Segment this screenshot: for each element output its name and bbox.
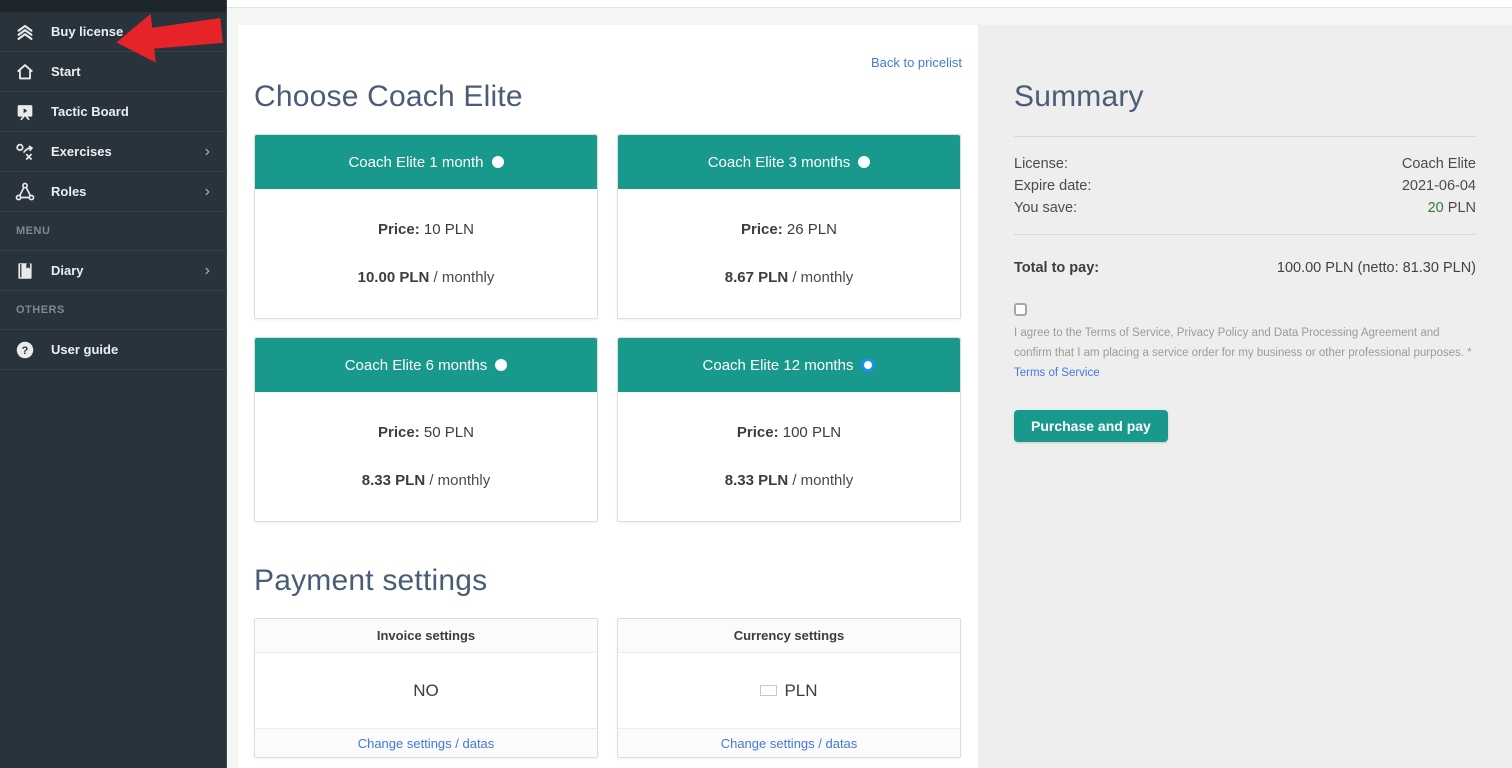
plan-header[interactable]: Coach Elite 6 months — [255, 338, 597, 392]
plan-title: Coach Elite 3 months — [708, 154, 851, 171]
sidebar-section-others: OTHERS — [0, 291, 226, 330]
plan-header[interactable]: Coach Elite 1 month — [255, 135, 597, 189]
divider — [1014, 136, 1476, 137]
sidebar-item-label: Tactic Board — [51, 104, 212, 119]
sidebar-top-strip — [0, 0, 226, 12]
main-content: Back to pricelist Choose Coach Elite Coa… — [238, 25, 978, 768]
network-icon — [14, 181, 36, 203]
plan-radio-selected-icon[interactable] — [861, 358, 875, 372]
plan-body: Price: 100 PLN 8.33 PLN / monthly — [618, 392, 960, 521]
plan-radio-icon[interactable] — [495, 359, 507, 371]
book-icon — [14, 260, 36, 282]
plan-price: Price: 50 PLN — [378, 424, 474, 441]
plan-price: Price: 10 PLN — [378, 221, 474, 238]
home-icon — [14, 61, 36, 83]
invoice-settings-value: NO — [255, 653, 597, 728]
plan-radio-icon[interactable] — [858, 156, 870, 168]
plan-header[interactable]: Coach Elite 3 months — [618, 135, 960, 189]
summary-row-you-save: You save: 20 PLN — [1014, 197, 1476, 219]
sidebar-section-menu: MENU — [0, 212, 226, 251]
page-title: Choose Coach Elite — [254, 80, 962, 114]
invoice-settings-header: Invoice settings — [255, 619, 597, 653]
sidebar-item-label: User guide — [51, 342, 212, 357]
sidebar-item-label: Roles — [51, 184, 190, 199]
currency-settings-header: Currency settings — [618, 619, 960, 653]
sidebar-item-roles[interactable]: Roles › — [0, 172, 226, 212]
section-label: MENU — [16, 225, 50, 237]
currency-settings-card: Currency settings PLN Change settings / … — [617, 618, 961, 758]
chevron-right-icon: › — [205, 263, 212, 279]
sidebar-item-label: Exercises — [51, 144, 190, 159]
purchase-and-pay-button[interactable]: Purchase and pay — [1014, 410, 1168, 442]
triple-chevron-up-icon — [14, 21, 36, 43]
chevron-right-icon: › — [205, 144, 212, 160]
sidebar-item-start[interactable]: Start — [0, 52, 226, 92]
invoice-change-settings-link[interactable]: Change settings / datas — [358, 736, 495, 751]
poland-flag-icon — [760, 685, 777, 696]
payment-settings-title: Payment settings — [254, 564, 962, 598]
plan-monthly: 8.33 PLN / monthly — [725, 472, 853, 489]
summary-panel: Summary License:Coach Elite Expire date:… — [978, 25, 1512, 768]
agreement-text: I agree to the Terms of Service, Privacy… — [1014, 323, 1476, 383]
summary-rows: License:Coach Elite Expire date:2021-06-… — [1014, 153, 1476, 219]
summary-row-expire-date: Expire date:2021-06-04 — [1014, 175, 1476, 197]
strategy-icon — [14, 141, 36, 163]
plan-price: Price: 26 PLN — [741, 221, 837, 238]
currency-settings-value: PLN — [618, 653, 960, 728]
plans-grid: Coach Elite 1 month Price: 10 PLN 10.00 … — [254, 134, 962, 522]
tactic-board-icon — [14, 101, 36, 123]
back-to-pricelist-link[interactable]: Back to pricelist — [871, 55, 962, 70]
plan-body: Price: 10 PLN 10.00 PLN / monthly — [255, 189, 597, 318]
plan-title: Coach Elite 6 months — [345, 357, 488, 374]
section-label: OTHERS — [16, 304, 65, 316]
sidebar-item-tactic-board[interactable]: Tactic Board — [0, 92, 226, 132]
summary-row-license: License:Coach Elite — [1014, 153, 1476, 175]
sidebar-item-label: Start — [51, 64, 212, 79]
payment-settings-grid: Invoice settings NO Change settings / da… — [254, 618, 962, 758]
chevron-right-icon: › — [205, 184, 212, 200]
plan-title: Coach Elite 1 month — [348, 154, 483, 171]
summary-total-row: Total to pay: 100.00 PLN (netto: 81.30 P… — [1014, 260, 1476, 276]
plan-card-1-month[interactable]: Coach Elite 1 month Price: 10 PLN 10.00 … — [254, 134, 598, 319]
sidebar-item-user-guide[interactable]: ? User guide — [0, 330, 226, 370]
sidebar-item-label: Diary — [51, 263, 190, 278]
plan-price: Price: 100 PLN — [737, 424, 841, 441]
plan-body: Price: 26 PLN 8.67 PLN / monthly — [618, 189, 960, 318]
sidebar-item-diary[interactable]: Diary › — [0, 251, 226, 291]
plan-card-12-months[interactable]: Coach Elite 12 months Price: 100 PLN 8.3… — [617, 337, 961, 522]
plan-card-3-months[interactable]: Coach Elite 3 months Price: 26 PLN 8.67 … — [617, 134, 961, 319]
currency-change-settings-link[interactable]: Change settings / datas — [721, 736, 858, 751]
divider — [1014, 234, 1476, 235]
sidebar: Buy license Start Tactic Board — [0, 0, 227, 768]
plan-header[interactable]: Coach Elite 12 months — [618, 338, 960, 392]
sidebar-item-exercises[interactable]: Exercises › — [0, 132, 226, 172]
terms-checkbox[interactable] — [1014, 303, 1027, 316]
plan-body: Price: 50 PLN 8.33 PLN / monthly — [255, 392, 597, 521]
plan-monthly: 10.00 PLN / monthly — [358, 269, 495, 286]
plan-monthly: 8.33 PLN / monthly — [362, 472, 490, 489]
plan-radio-icon[interactable] — [492, 156, 504, 168]
plan-card-6-months[interactable]: Coach Elite 6 months Price: 50 PLN 8.33 … — [254, 337, 598, 522]
svg-text:?: ? — [22, 344, 29, 356]
plan-monthly: 8.67 PLN / monthly — [725, 269, 853, 286]
top-bar — [227, 0, 1512, 8]
plan-title: Coach Elite 12 months — [703, 357, 854, 374]
question-icon: ? — [14, 339, 36, 361]
terms-of-service-link[interactable]: Terms of Service — [1014, 367, 1100, 379]
total-value: 100.00 PLN (netto: 81.30 PLN) — [1277, 260, 1476, 276]
summary-title: Summary — [1014, 80, 1476, 114]
invoice-settings-card: Invoice settings NO Change settings / da… — [254, 618, 598, 758]
